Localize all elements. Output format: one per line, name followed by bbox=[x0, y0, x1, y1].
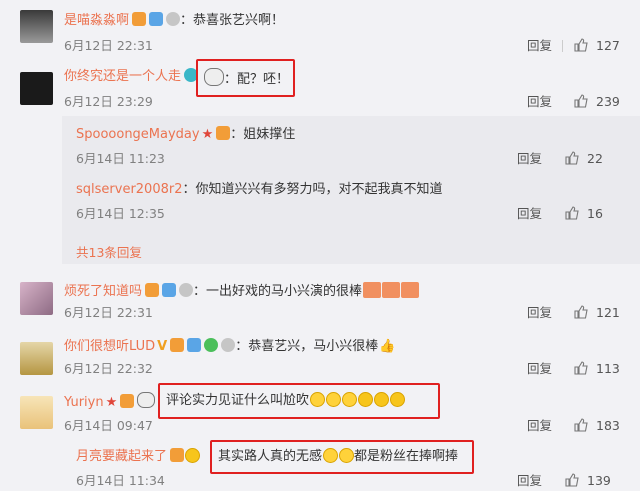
like-button[interactable]: 239 bbox=[574, 94, 620, 110]
vip-badge-icon bbox=[170, 338, 185, 352]
like-button[interactable]: 16 bbox=[565, 206, 603, 222]
avatar[interactable] bbox=[20, 10, 53, 43]
comment-text: ：你知道兴兴有多努力吗，对不起我真不知道 bbox=[182, 182, 443, 197]
panda-icon bbox=[137, 392, 156, 408]
like-button[interactable]: 113 bbox=[574, 361, 620, 377]
like-button[interactable]: 22 bbox=[565, 151, 603, 167]
sticker-icon bbox=[401, 282, 420, 298]
sticker-icon bbox=[382, 282, 401, 298]
vip-badge-icon bbox=[120, 394, 135, 408]
thumbs-up-icon bbox=[574, 94, 588, 108]
medal-icon bbox=[179, 283, 194, 297]
avatar[interactable] bbox=[20, 342, 53, 375]
reply-button[interactable]: 回复 bbox=[527, 94, 552, 110]
username[interactable]: Yuriyn bbox=[64, 395, 104, 410]
username[interactable]: 烦死了知道吗 bbox=[64, 284, 142, 299]
comment-text: ：恭喜艺兴，马小兴很棒 bbox=[235, 339, 379, 354]
like-button[interactable]: 139 bbox=[565, 473, 611, 489]
timestamp: 6月14日 11:34 bbox=[76, 473, 165, 488]
reply-button[interactable]: 回复 bbox=[517, 206, 542, 222]
heart-badge-icon bbox=[204, 338, 219, 352]
like-button[interactable]: 127 bbox=[574, 38, 620, 54]
like-count: 127 bbox=[596, 38, 620, 53]
timestamp: 6月14日 09:47 bbox=[64, 418, 153, 433]
timestamp: 6月12日 23:29 bbox=[64, 94, 153, 109]
comment-text: ：恭喜张艺兴啊！ bbox=[180, 13, 285, 28]
medal-icon bbox=[221, 338, 236, 352]
like-count: 139 bbox=[587, 473, 611, 488]
thumbs-up-icon bbox=[574, 418, 588, 432]
username[interactable]: sqlserver2008r2 bbox=[76, 182, 183, 197]
timestamp: 6月14日 11:23 bbox=[76, 151, 165, 166]
highlight-box bbox=[196, 59, 295, 97]
divider bbox=[562, 40, 563, 52]
timestamp: 6月12日 22:31 bbox=[64, 38, 153, 53]
vip-badge-icon bbox=[170, 448, 185, 462]
thumbs-up-icon bbox=[574, 361, 588, 375]
reply-button[interactable]: 回复 bbox=[527, 38, 552, 54]
thumbs-up-icon bbox=[574, 38, 588, 52]
star-badge-icon: ★ bbox=[201, 127, 214, 142]
thumbs-up-icon bbox=[565, 473, 579, 487]
reply-button[interactable]: 回复 bbox=[517, 473, 542, 489]
timestamp: 6月14日 12:35 bbox=[76, 206, 165, 221]
like-count: 239 bbox=[596, 94, 620, 109]
like-button[interactable]: 183 bbox=[574, 418, 620, 434]
username[interactable]: 是喵淼淼啊 bbox=[64, 13, 129, 28]
thumbs-up-icon bbox=[565, 151, 579, 165]
comment-text: ：姐妹撑住 bbox=[230, 127, 296, 142]
vip-badge-icon bbox=[145, 283, 160, 297]
timestamp: 6月12日 22:31 bbox=[64, 305, 153, 320]
vip-badge-icon bbox=[132, 12, 147, 26]
avatar[interactable] bbox=[20, 72, 53, 105]
member-badge-icon bbox=[162, 283, 177, 297]
like-count: 183 bbox=[596, 418, 620, 433]
timestamp: 6月12日 22:32 bbox=[64, 361, 153, 376]
reply-button[interactable]: 回复 bbox=[527, 418, 552, 434]
sticker-icon bbox=[363, 282, 382, 298]
avatar[interactable] bbox=[20, 282, 53, 315]
member-badge-icon bbox=[149, 12, 164, 26]
thumbs-up-icon bbox=[565, 206, 579, 220]
smile-emoji-icon bbox=[185, 448, 201, 463]
reply-button[interactable]: 回复 bbox=[527, 305, 552, 321]
comment-text: ：一出好戏的马小兴演的很棒 bbox=[193, 284, 363, 299]
highlight-box bbox=[210, 440, 474, 474]
like-button[interactable]: 121 bbox=[574, 305, 620, 321]
reply-button[interactable]: 回复 bbox=[517, 151, 542, 167]
thumbs-up-emoji-icon: 👍 bbox=[379, 339, 396, 354]
member-badge-icon bbox=[187, 338, 202, 352]
username[interactable]: 你们很想听LUD bbox=[64, 339, 155, 354]
username[interactable]: 月亮要藏起来了 bbox=[76, 449, 167, 464]
like-count: 16 bbox=[587, 206, 603, 221]
thumbs-up-icon bbox=[574, 305, 588, 319]
like-count: 22 bbox=[587, 151, 603, 166]
highlight-box bbox=[158, 383, 440, 419]
verified-v-icon: V bbox=[157, 339, 168, 354]
avatar[interactable] bbox=[20, 396, 53, 429]
username[interactable]: SpoooongeMayday bbox=[76, 127, 200, 142]
reply-button[interactable]: 回复 bbox=[527, 361, 552, 377]
like-count: 113 bbox=[596, 361, 620, 376]
username[interactable]: 你终究还是一个人走 bbox=[64, 69, 181, 84]
like-count: 121 bbox=[596, 305, 620, 320]
star-badge-icon: ★ bbox=[105, 395, 118, 410]
more-replies-link[interactable]: 共13条回复 bbox=[76, 242, 142, 261]
medal-icon bbox=[166, 12, 181, 26]
vip-badge-icon bbox=[216, 126, 231, 140]
